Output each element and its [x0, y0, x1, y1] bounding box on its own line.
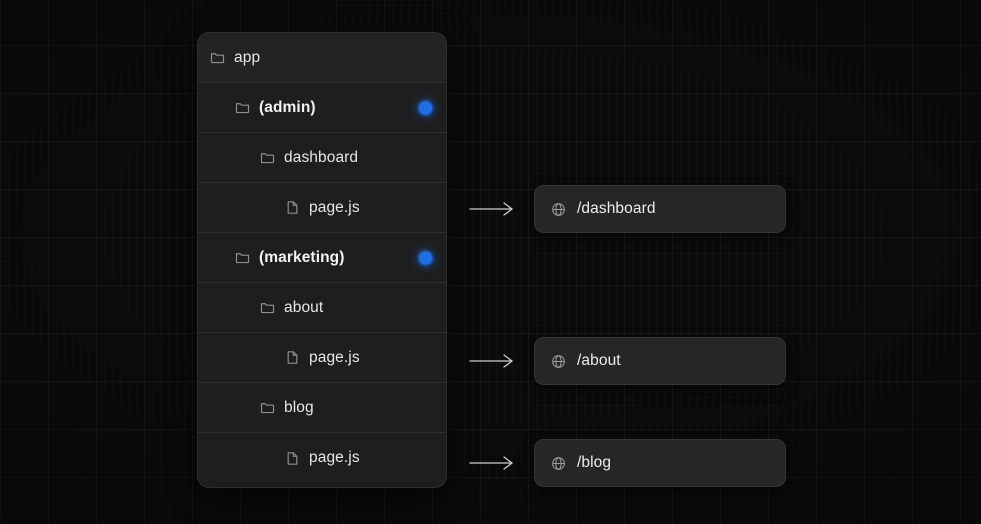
route-pill[interactable]: /dashboard [534, 185, 786, 233]
file-tree-card: app (admin) dashboard page.js (marketing… [197, 32, 447, 488]
route-pill[interactable]: /blog [534, 439, 786, 487]
route-pill[interactable]: /about [534, 337, 786, 385]
folder-icon [235, 250, 250, 265]
tree-row[interactable]: (marketing) [198, 233, 446, 283]
tree-row-label: (admin) [259, 98, 316, 116]
tree-row-label: (marketing) [259, 248, 345, 266]
file-icon [285, 200, 300, 215]
long-right-arrow-icon [468, 453, 518, 473]
route-path-label: /dashboard [577, 200, 656, 217]
tree-row-label: page.js [309, 348, 360, 366]
diagram-canvas: app (admin) dashboard page.js (marketing… [0, 0, 981, 524]
folder-icon [210, 50, 225, 65]
tree-row[interactable]: about [198, 283, 446, 333]
route-group-indicator-dot [419, 101, 432, 114]
tree-row-label: page.js [309, 198, 360, 216]
tree-row[interactable]: page.js [198, 183, 446, 233]
folder-icon [260, 150, 275, 165]
globe-icon [551, 354, 566, 369]
folder-icon [260, 300, 275, 315]
route-path-label: /blog [577, 454, 612, 471]
file-icon [285, 350, 300, 365]
long-right-arrow-icon [468, 351, 518, 371]
tree-row[interactable]: (admin) [198, 83, 446, 133]
tree-row-label: app [234, 48, 261, 66]
tree-row-label: about [284, 298, 324, 316]
globe-icon [551, 202, 566, 217]
tree-row-label: dashboard [284, 148, 359, 166]
route-path-label: /about [577, 352, 621, 369]
tree-row[interactable]: app [198, 33, 446, 83]
tree-row-label: page.js [309, 449, 360, 466]
globe-icon [551, 456, 566, 471]
tree-row[interactable]: page.js [198, 333, 446, 383]
file-icon [285, 451, 300, 466]
tree-row[interactable]: page.js [198, 433, 446, 483]
tree-row[interactable]: blog [198, 383, 446, 433]
tree-row[interactable]: dashboard [198, 133, 446, 183]
folder-icon [235, 100, 250, 115]
route-group-indicator-dot [419, 251, 432, 264]
tree-row-label: blog [284, 398, 314, 416]
long-right-arrow-icon [468, 199, 518, 219]
folder-icon [260, 400, 275, 415]
